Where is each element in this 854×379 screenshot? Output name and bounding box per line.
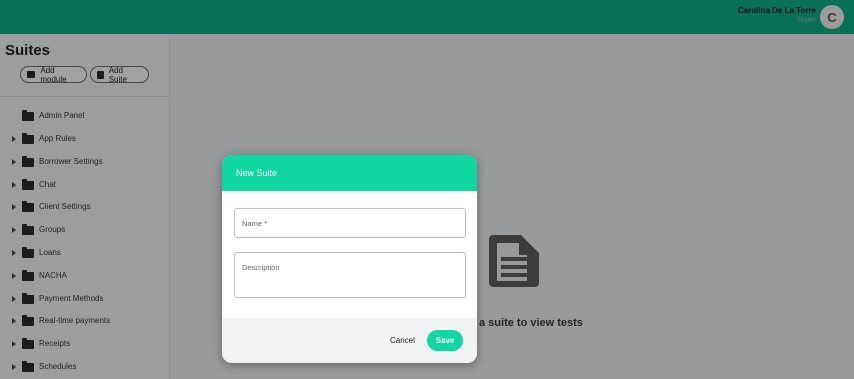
description-placeholder: Description bbox=[242, 263, 280, 272]
save-button[interactable]: Save bbox=[427, 330, 463, 351]
dialog-title: New Suite bbox=[236, 168, 278, 178]
dialog-footer: Cancel Save bbox=[222, 318, 477, 363]
description-field[interactable]: Description bbox=[234, 252, 466, 298]
new-suite-dialog: New Suite Name * Description Cancel Save bbox=[222, 155, 477, 363]
name-placeholder: Name * bbox=[242, 219, 268, 228]
name-field[interactable]: Name * bbox=[234, 208, 466, 238]
dialog-header: New Suite bbox=[222, 155, 477, 191]
cancel-button[interactable]: Cancel bbox=[390, 336, 415, 345]
